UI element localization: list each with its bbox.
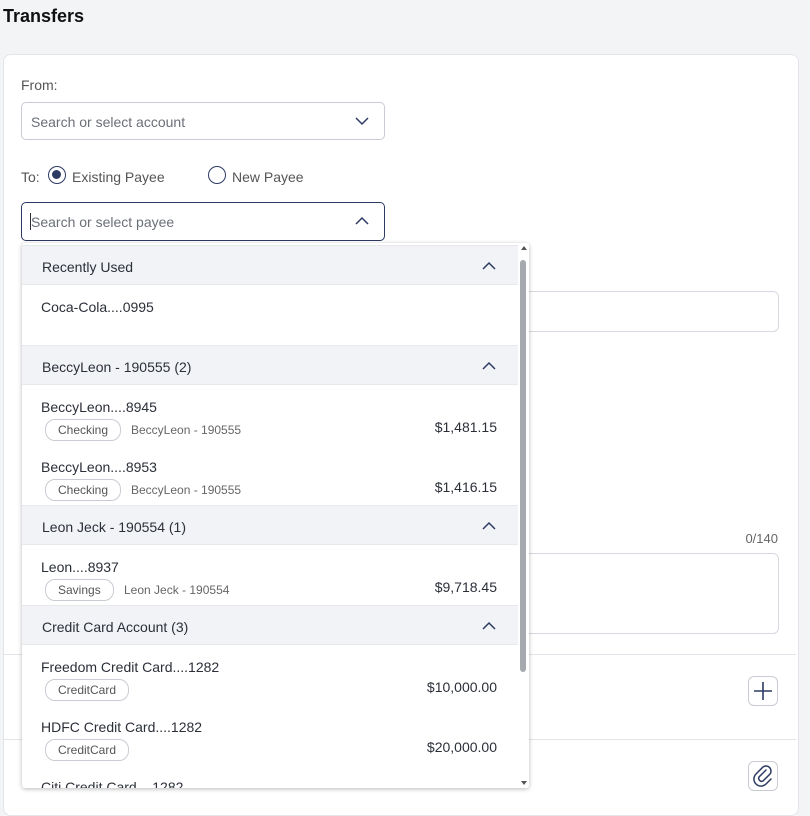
payee-placeholder: Search or select payee (31, 214, 175, 230)
payee-name: Leon....8937 (41, 559, 119, 575)
group-header[interactable]: Recently Used (22, 245, 518, 285)
group-title: BeccyLeon - 190555 (2) (42, 359, 192, 375)
account-type-badge: CreditCard (45, 739, 130, 761)
scrollbar-thumb[interactable] (520, 260, 526, 672)
payee-option[interactable]: HDFC Credit Card....1282 CreditCard $20,00… (22, 705, 518, 765)
payee-option[interactable]: Leon....8937 Savings Leon Jeck - 190554 $9,… (22, 545, 518, 605)
payee-dropdown[interactable]: Recently Used Coca-Cola....0995 BeccyLeon … (22, 243, 529, 788)
chevron-down-icon (354, 113, 370, 134)
payee-option[interactable]: BeccyLeon....8953 Checking BeccyLeon - 190… (22, 445, 518, 505)
payee-name: Coca-Cola....0995 (41, 299, 154, 315)
payee-option[interactable]: Freedom Credit Card....1282 CreditCard $10… (22, 645, 518, 705)
memo-textarea[interactable] (515, 553, 779, 634)
chevron-up-icon[interactable] (354, 213, 370, 234)
payee-name: HDFC Credit Card....1282 (41, 719, 203, 735)
payee-name: Citi Credit Card....1282 (41, 779, 184, 788)
payee-option[interactable]: BeccyLeon....8945 Checking BeccyLeon - 190… (22, 385, 518, 445)
payee-name: Freedom Credit Card....1282 (41, 659, 220, 675)
group-header[interactable]: BeccyLeon - 190555 (2) (22, 345, 518, 385)
account-type-badge: CreditCard (45, 679, 130, 701)
amount-input[interactable] (515, 291, 779, 332)
group-title: Recently Used (42, 259, 134, 275)
chevron-up-icon[interactable] (481, 619, 497, 638)
existing-payee-radio[interactable] (48, 166, 66, 184)
account-owner-label: BeccyLeon - 190555 (131, 483, 242, 497)
payee-search-input[interactable]: Search or select payee (21, 202, 385, 241)
new-payee-label[interactable]: New Payee (232, 169, 304, 185)
from-account-placeholder: Search or select account (31, 114, 186, 130)
account-type-badge: Savings (45, 579, 114, 601)
from-label: From: (21, 77, 58, 93)
account-balance: $10,000.00 (426, 679, 497, 695)
memo-char-counter: 0/140 (745, 531, 778, 546)
payee-name: BeccyLeon....8945 (41, 399, 157, 415)
from-account-select[interactable]: Search or select account (21, 102, 385, 140)
chevron-up-icon[interactable] (481, 519, 497, 538)
account-owner-label: BeccyLeon - 190555 (131, 423, 242, 437)
payee-option[interactable]: Coca-Cola....0995 (22, 285, 518, 345)
page-title: Transfers (3, 6, 85, 26)
new-payee-radio[interactable] (208, 166, 226, 184)
account-type-badge: Checking (45, 419, 122, 441)
payee-type-row: To: Existing Payee New Payee (21, 166, 321, 188)
chevron-up-icon[interactable] (481, 259, 497, 278)
account-owner-label: Leon Jeck - 190554 (124, 583, 230, 597)
group-header[interactable]: Credit Card Account (3) (22, 605, 518, 645)
chevron-up-icon[interactable] (481, 359, 497, 378)
account-type-badge: Checking (45, 479, 122, 501)
paperclip-icon (749, 765, 777, 794)
scroll-up-arrow-icon[interactable] (521, 246, 527, 250)
existing-payee-label[interactable]: Existing Payee (72, 169, 165, 185)
to-label: To: (21, 169, 40, 185)
group-title: Credit Card Account (3) (42, 619, 189, 635)
add-button[interactable] (748, 676, 778, 706)
account-balance: $20,000.00 (426, 739, 497, 755)
group-header[interactable]: Leon Jeck - 190554 (1) (22, 505, 518, 545)
account-balance: $9,718.45 (434, 579, 497, 595)
account-balance: $1,416.15 (434, 479, 497, 495)
payee-option[interactable]: Citi Credit Card....1282 (22, 765, 518, 788)
group-title: Leon Jeck - 190554 (1) (42, 519, 186, 535)
scroll-down-arrow-icon[interactable] (521, 781, 527, 785)
attach-button[interactable] (748, 761, 778, 791)
dropdown-scrollbar[interactable] (518, 243, 529, 788)
payee-name: BeccyLeon....8953 (41, 459, 157, 475)
plus-icon (749, 682, 777, 709)
account-balance: $1,481.15 (434, 419, 497, 435)
